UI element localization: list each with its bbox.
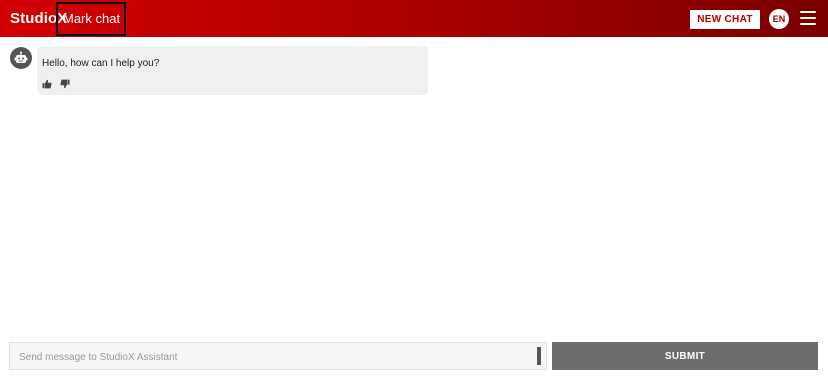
new-chat-button[interactable]: NEW CHAT: [690, 10, 760, 29]
message-feedback: [42, 79, 70, 89]
bot-message-bubble: Hello, how can I help you?: [37, 46, 428, 95]
hamburger-menu-icon[interactable]: [800, 11, 816, 25]
thumbs-down-icon[interactable]: [60, 79, 70, 89]
app-root: StudioX Mark chat NEW CHAT EN Hello, how…: [0, 0, 828, 379]
message-composer: [9, 342, 547, 371]
submit-button[interactable]: SUBMIT: [552, 342, 818, 370]
input-resize-handle[interactable]: [537, 347, 541, 365]
message-input[interactable]: [17, 343, 536, 371]
language-selector[interactable]: EN: [769, 9, 789, 29]
robot-icon: [10, 47, 32, 69]
chat-title[interactable]: Mark chat: [63, 11, 120, 26]
thumbs-up-icon[interactable]: [42, 79, 52, 89]
bot-message-text: Hello, how can I help you?: [42, 58, 160, 69]
top-bar: StudioX Mark chat NEW CHAT EN: [0, 0, 828, 37]
